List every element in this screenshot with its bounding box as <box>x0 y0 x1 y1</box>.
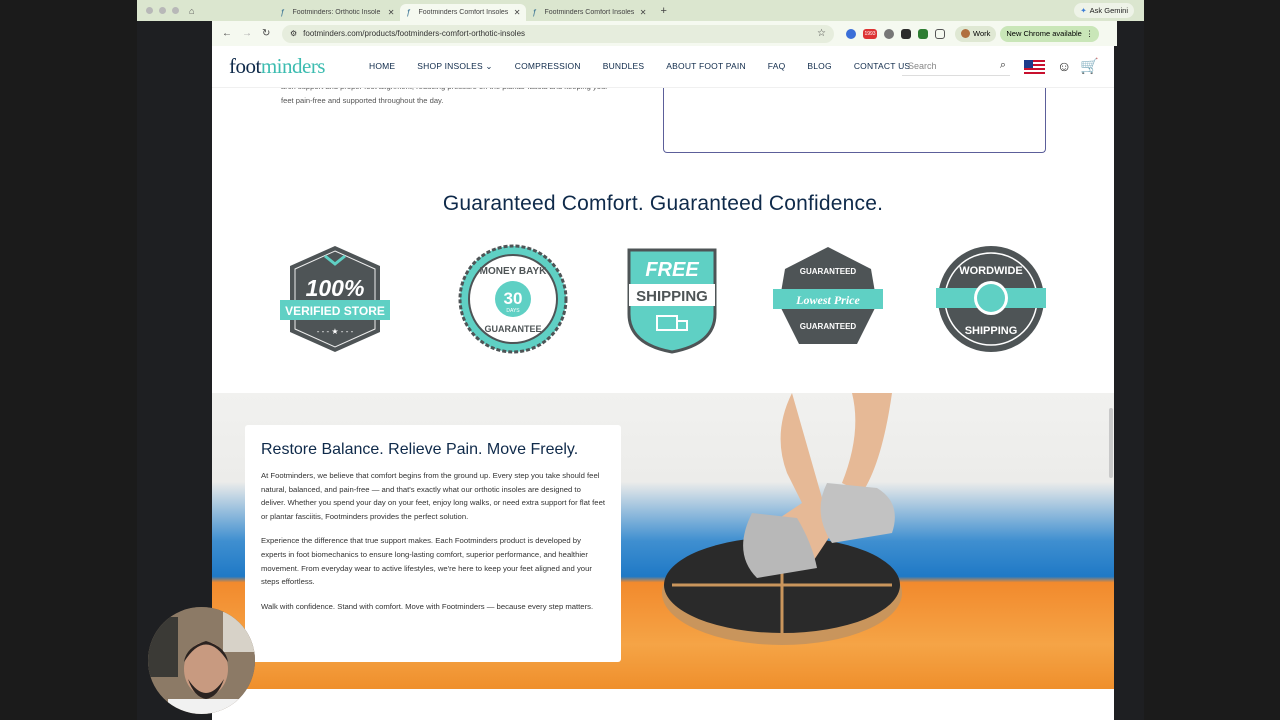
main-nav: HOME SHOP INSOLES ⌄ COMPRESSION BUNDLES … <box>369 61 932 72</box>
worldwide-shipping-badge: WORDWIDE SHIPPING <box>936 246 1046 352</box>
badge-text: GUARANTEED <box>800 267 857 276</box>
browser-window: ⌂ ƒ Footminders: Orthotic Insole ✕ ƒ Foo… <box>137 0 1144 720</box>
form-box <box>663 84 1046 153</box>
bookmark-star-icon[interactable]: ☆ <box>817 28 826 39</box>
avatar <box>961 29 970 38</box>
section-heading: Guaranteed Comfort. Guaranteed Confidenc… <box>442 192 884 215</box>
next-section <box>212 689 1114 720</box>
close-tab-icon[interactable]: ✕ <box>514 8 521 17</box>
tab-title: Footminders: Orthotic Insole <box>292 9 381 16</box>
badge-text: MONEY BAYK <box>480 266 547 277</box>
tab-1[interactable]: ƒ Footminders: Orthotic Insole ✕ <box>274 4 400 21</box>
url-text: footminders.com/products/footminders-com… <box>303 29 526 38</box>
nav-shop-label: SHOP INSOLES <box>417 61 483 71</box>
puzzle-icon[interactable] <box>935 28 945 39</box>
footminders-logo[interactable]: footminders <box>229 54 325 79</box>
url-bar[interactable]: ⚙ footminders.com/products/footminders-c… <box>282 24 834 43</box>
hero-paragraph: Experience the difference that true supp… <box>261 536 592 587</box>
chevron-down-icon: ⌄ <box>485 61 493 71</box>
badge-text: SHIPPING <box>636 288 708 305</box>
hero-card: Restore Balance. Relieve Pain. Move Free… <box>245 425 621 662</box>
badge-text: DAYS <box>506 308 520 314</box>
extension-icon[interactable] <box>901 28 911 39</box>
address-toolbar: ← → ↻ ⚙ footminders.com/products/footmin… <box>212 21 1117 46</box>
money-back-badge: MONEY BAYK 30 DAYS GUARANTEE <box>458 244 568 354</box>
account-icon[interactable]: ☺ <box>1057 58 1071 74</box>
footminders-favicon: ƒ <box>406 7 411 17</box>
tab-title: Footminders Comfort Insoles <box>544 9 635 16</box>
badge-text: GUARANTEE <box>484 324 541 334</box>
badge-text: 100% <box>306 275 365 301</box>
new-tab-icon[interactable]: + <box>660 5 666 17</box>
hero-paragraph: At Footminders, we believe that comfort … <box>261 471 605 521</box>
extension-icon[interactable] <box>884 28 894 39</box>
forward-icon[interactable]: → <box>242 28 252 39</box>
extension-badge-icon[interactable]: 1993 <box>863 28 877 39</box>
ask-gemini-button[interactable]: ✦ Ask Gemini <box>1074 3 1134 18</box>
web-page: arch support and proper foot alignment, … <box>212 46 1114 720</box>
webcam-overlay <box>148 607 255 714</box>
nav-home[interactable]: HOME <box>369 61 395 72</box>
nav-blog[interactable]: BLOG <box>807 61 831 72</box>
scrollbar[interactable] <box>1109 408 1113 478</box>
search-icon[interactable]: ⌕ <box>1000 59 1006 72</box>
reload-icon[interactable]: ↻ <box>262 28 272 39</box>
lowest-price-badge: GUARANTEED Lowest Price GUARANTEED <box>773 247 883 344</box>
site-info-icon[interactable]: ⚙ <box>290 29 297 38</box>
badge-text: GUARANTEED <box>800 322 857 331</box>
back-icon[interactable]: ← <box>222 28 232 39</box>
ask-gemini-label: Ask Gemini <box>1089 6 1128 15</box>
nav-compression[interactable]: COMPRESSION <box>515 61 581 72</box>
more-icon[interactable]: ⋮ <box>1086 29 1094 38</box>
gemini-icon: ✦ <box>1080 6 1087 15</box>
us-flag-icon[interactable] <box>1024 60 1045 74</box>
badge-text: FREE <box>645 259 699 281</box>
new-chrome-button[interactable]: New Chrome available ⋮ <box>1000 25 1100 42</box>
nav-bundles[interactable]: BUNDLES <box>603 61 645 72</box>
extension-icon[interactable] <box>846 28 856 39</box>
screen: ⌂ ƒ Footminders: Orthotic Insole ✕ ƒ Foo… <box>0 0 1280 720</box>
hero-section: Restore Balance. Relieve Pain. Move Free… <box>212 393 1114 689</box>
nav-faq[interactable]: FAQ <box>768 61 786 72</box>
svg-text:- - - ★ - - -: - - - ★ - - - <box>317 327 354 336</box>
hero-paragraph: Walk with confidence. Stand with comfort… <box>261 601 594 611</box>
footminders-favicon: ƒ <box>532 7 537 17</box>
site-header: footminders HOME SHOP INSOLES ⌄ COMPRESS… <box>212 46 1114 88</box>
badge-text: WORDWIDE <box>959 265 1023 277</box>
badge-text: SHIPPING <box>965 325 1018 337</box>
badge-text: Lowest Price <box>795 293 860 307</box>
badge-text: 30 <box>504 289 523 308</box>
window-controls[interactable] <box>146 7 179 14</box>
extension-icon[interactable] <box>918 28 928 39</box>
free-shipping-badge: FREE SHIPPING <box>627 248 717 354</box>
profile-label: Work <box>973 29 991 38</box>
hero-title: Restore Balance. Relieve Pain. Move Free… <box>261 441 579 458</box>
nav-shop-insoles[interactable]: SHOP INSOLES ⌄ <box>417 61 492 72</box>
search-input[interactable]: Search ⌕ <box>902 56 1010 76</box>
tab-3[interactable]: ƒ Footminders Comfort Insoles ✕ <box>526 4 652 21</box>
tab-title: Footminders Comfort Insoles <box>418 9 509 16</box>
cart-icon[interactable]: 🛒 <box>1080 57 1099 75</box>
tab-2[interactable]: ƒ Footminders Comfort Insoles ✕ <box>400 4 527 21</box>
verified-store-badge: 100% VERIFIED STORE - - - ★ - - - <box>280 246 390 352</box>
home-icon[interactable]: ⌂ <box>189 6 194 16</box>
close-tab-icon[interactable]: ✕ <box>388 8 395 17</box>
profile-button[interactable]: Work <box>955 25 997 42</box>
close-tab-icon[interactable]: ✕ <box>640 8 647 17</box>
logo-left: foot <box>229 54 261 78</box>
new-chrome-label: New Chrome available <box>1006 29 1082 38</box>
footminders-favicon: ƒ <box>280 7 285 17</box>
tab-bar: ⌂ ƒ Footminders: Orthotic Insole ✕ ƒ Foo… <box>137 0 1144 21</box>
nav-about-foot-pain[interactable]: ABOUT FOOT PAIN <box>666 61 746 72</box>
extensions: 1993 <box>846 28 945 39</box>
search-placeholder: Search <box>908 60 937 71</box>
badge-text: VERIFIED STORE <box>285 304 385 318</box>
logo-right: minders <box>260 54 326 78</box>
